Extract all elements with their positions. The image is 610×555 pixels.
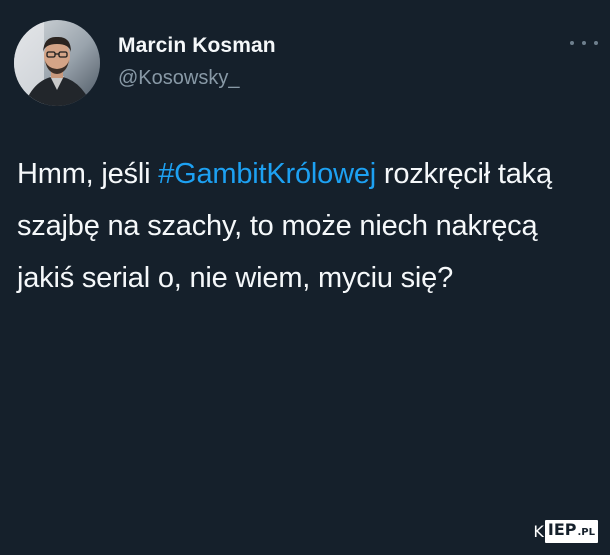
more-horizontal-icon[interactable] bbox=[570, 36, 598, 50]
hashtag-link[interactable]: #GambitKrólowej bbox=[158, 158, 376, 190]
watermark-logo: K IEP .PL bbox=[532, 520, 598, 543]
avatar[interactable] bbox=[14, 20, 100, 106]
dot bbox=[570, 41, 574, 45]
author-handle[interactable]: @Kosowsky_ bbox=[118, 67, 239, 90]
watermark-suffix: .PL bbox=[577, 527, 596, 538]
avatar-photo-icon bbox=[14, 20, 100, 106]
author-display-name[interactable]: Marcin Kosman bbox=[118, 34, 276, 58]
watermark-prefix: K bbox=[533, 521, 544, 541]
tweet-card: Marcin Kosman @Kosowsky_ Hmm, jeśli #Gam… bbox=[0, 0, 610, 555]
tweet-text-before: Hmm, jeśli bbox=[17, 158, 159, 190]
watermark-main: IEP bbox=[547, 520, 577, 539]
dot bbox=[594, 41, 598, 45]
dot bbox=[582, 41, 586, 45]
tweet-text: Hmm, jeśli #GambitKrólowej rozkręcił tak… bbox=[17, 148, 597, 304]
watermark-box: IEP .PL bbox=[544, 520, 598, 543]
